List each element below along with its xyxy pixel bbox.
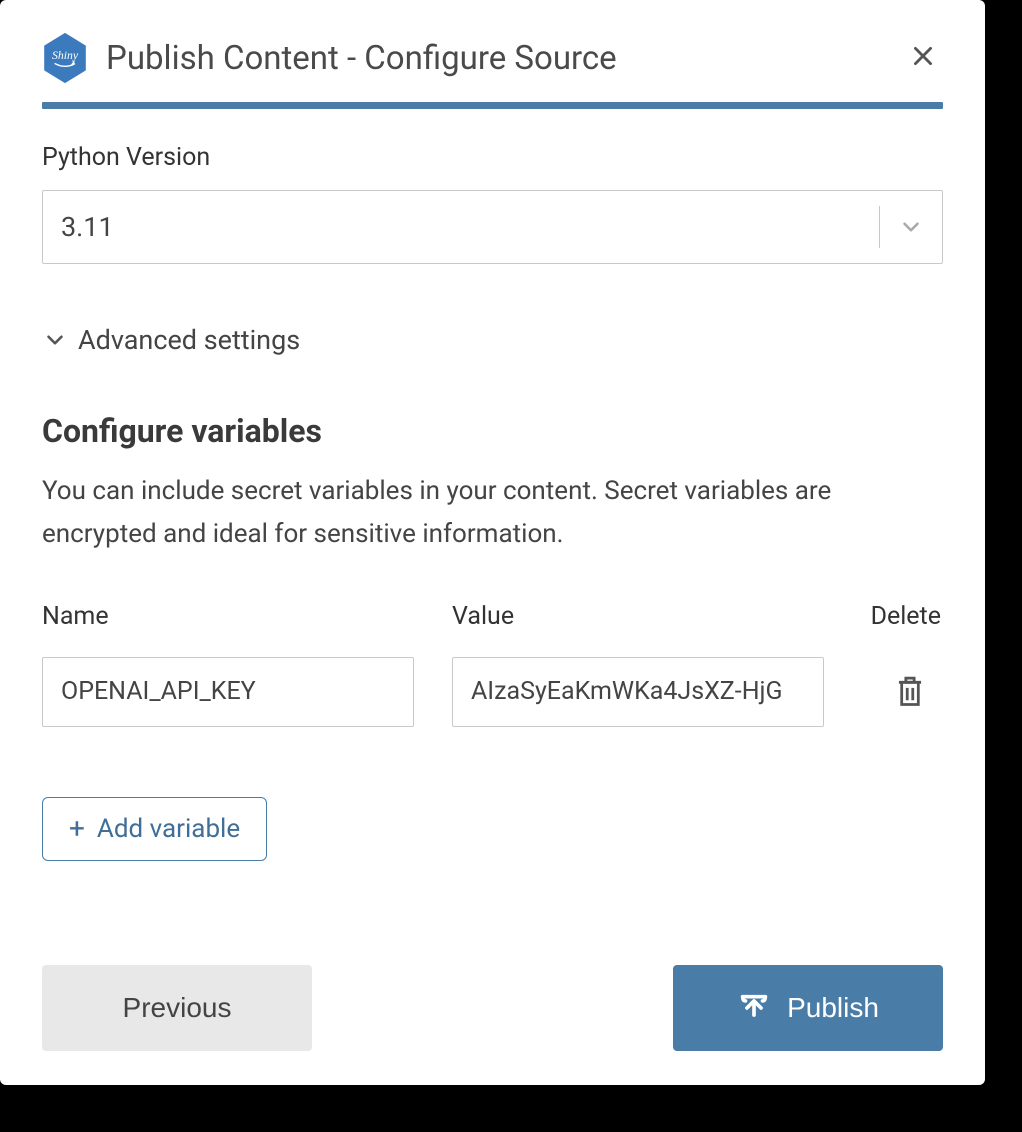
trash-icon	[893, 674, 927, 710]
dialog-footer: Previous Publish	[42, 965, 943, 1051]
dialog-title: Publish Content - Configure Source	[106, 39, 903, 78]
variables-header-row: Name Value Delete	[42, 602, 943, 631]
chevron-down-icon	[42, 327, 68, 353]
plus-icon: +	[69, 815, 85, 843]
variable-value-input[interactable]	[452, 657, 824, 727]
chevron-down-icon	[898, 214, 924, 240]
python-version-label: Python Version	[42, 143, 943, 172]
variables-table: Name Value Delete	[42, 602, 943, 727]
delete-variable-button[interactable]	[893, 674, 927, 710]
publish-dialog: Shiny Publish Content - Configure Source…	[0, 0, 985, 1085]
publish-label: Publish	[787, 992, 879, 1024]
dialog-body: Shiny Publish Content - Configure Source…	[0, 0, 985, 861]
dialog-header: Shiny Publish Content - Configure Source	[42, 32, 943, 84]
python-version-value: 3.11	[61, 211, 879, 243]
column-header-value: Value	[452, 602, 862, 631]
close-button[interactable]	[903, 38, 943, 78]
column-header-delete: Delete	[862, 602, 943, 631]
close-icon	[910, 43, 936, 73]
shiny-logo-icon: Shiny	[42, 32, 88, 84]
add-variable-label: Add variable	[97, 814, 240, 844]
variable-row	[42, 657, 943, 727]
header-divider	[42, 102, 943, 109]
previous-label: Previous	[123, 992, 232, 1024]
select-separator	[879, 206, 880, 248]
python-version-select[interactable]: 3.11	[42, 190, 943, 264]
advanced-settings-label: Advanced settings	[78, 324, 300, 356]
configure-variables-title: Configure variables	[42, 412, 943, 450]
add-variable-button[interactable]: + Add variable	[42, 797, 267, 861]
previous-button[interactable]: Previous	[42, 965, 312, 1051]
variable-name-input[interactable]	[42, 657, 414, 727]
configure-variables-description: You can include secret variables in your…	[42, 470, 932, 556]
advanced-settings-toggle[interactable]: Advanced settings	[42, 324, 943, 356]
publish-button[interactable]: Publish	[673, 965, 943, 1051]
column-header-name: Name	[42, 602, 452, 631]
upload-icon	[737, 991, 771, 1025]
svg-text:Shiny: Shiny	[52, 49, 79, 62]
